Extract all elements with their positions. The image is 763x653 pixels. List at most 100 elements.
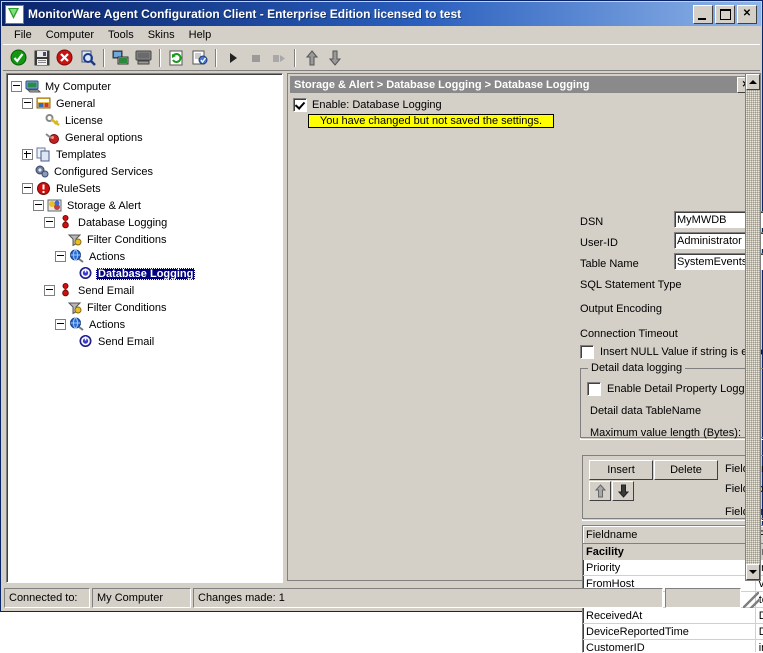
tree-node-label: Configured Services <box>52 166 155 178</box>
tree-node-configured-services[interactable]: Configured Services <box>11 163 282 180</box>
table-cell: Facility <box>583 544 755 560</box>
step-icon[interactable] <box>267 47 290 69</box>
insert-field-button[interactable]: Insert <box>589 460 653 480</box>
table-column-header[interactable]: Fieldname <box>583 526 755 544</box>
search-icon[interactable] <box>76 47 99 69</box>
tree-node-license[interactable]: License <box>11 112 282 129</box>
status-changes-made: Changes made: 1 <box>193 588 663 608</box>
play-icon[interactable] <box>221 47 244 69</box>
save-icon[interactable] <box>30 47 53 69</box>
insert-null-checkbox[interactable] <box>580 345 594 359</box>
enable-database-logging-label: Enable: Database Logging <box>312 99 442 111</box>
close-button[interactable]: ✕ <box>737 5 757 24</box>
userid-label: User-ID <box>580 237 618 249</box>
minimize-button[interactable] <box>693 5 713 24</box>
table-row[interactable]: Priorityintsyslogpriority <box>583 560 763 576</box>
window-controls: ✕ <box>693 5 757 24</box>
tree-node-actions[interactable]: Actions <box>11 316 282 333</box>
tree-node-label: Templates <box>54 149 108 161</box>
table-cell: ReceivedAt <box>583 608 755 624</box>
enable-detail-property-logging-checkbox[interactable] <box>587 382 601 396</box>
stop-icon[interactable] <box>244 47 267 69</box>
table-cell: DateTime UTC <box>755 624 763 640</box>
tree-node-label: Actions <box>87 319 127 331</box>
move-field-down-button[interactable] <box>612 481 634 501</box>
tree-expander-minus-icon[interactable] <box>11 81 22 92</box>
tree-node-storage-alert[interactable]: Storage & Alert <box>11 197 282 214</box>
sql-statement-type-label: SQL Statement Type <box>580 279 682 291</box>
table-row[interactable]: Facilityintsyslogfacility <box>583 544 763 560</box>
tree-expander-minus-icon[interactable] <box>33 200 44 211</box>
panel-vertical-scrollbar[interactable] <box>745 73 761 581</box>
install-service-icon[interactable] <box>188 47 211 69</box>
tree-expander-plus-icon[interactable] <box>22 149 33 160</box>
panel-scrollbar-track[interactable] <box>746 90 760 564</box>
maximize-button[interactable] <box>715 5 735 24</box>
move-field-up-button[interactable] <box>589 481 611 501</box>
tree-node-send-email[interactable]: Send Email <box>11 282 282 299</box>
table-row[interactable]: CustomerIDintCustomerID <box>583 640 763 653</box>
tree-node-templates[interactable]: Templates <box>11 146 282 163</box>
tree-expander-minus-icon[interactable] <box>22 98 33 109</box>
close-icon: ✕ <box>738 6 756 23</box>
insert-null-label: Insert NULL Value if string is empty <box>600 346 763 358</box>
tablename-label: Table Name <box>580 258 639 270</box>
tree-node-rulesets[interactable]: RuleSets <box>11 180 282 197</box>
rule-icon <box>57 283 74 299</box>
status-connected-label: Connected to: <box>4 588 90 608</box>
window-title: MonitorWare Agent Configuration Client -… <box>28 7 693 21</box>
menu-file[interactable]: File <box>7 28 39 42</box>
tree-node-database-logging[interactable]: Database Logging <box>11 265 282 282</box>
enable-database-logging-checkbox[interactable] <box>293 98 307 112</box>
tree-node-actions[interactable]: Actions <box>11 248 282 265</box>
delete-field-button[interactable]: Delete <box>654 460 718 480</box>
menu-skins[interactable]: Skins <box>141 28 182 42</box>
panel-scroll-up-button[interactable] <box>746 74 760 90</box>
insert-null-row: Insert NULL Value if string is empty <box>580 345 763 359</box>
tree-node-label: Actions <box>87 251 127 263</box>
tree-node-label: RuleSets <box>54 183 103 195</box>
enable-detail-property-logging-row: Enable Detail Property Logging <box>587 382 759 396</box>
monitor-icon[interactable] <box>132 47 155 69</box>
panel-scroll-down-button[interactable] <box>746 564 760 580</box>
table-row[interactable]: DeviceReportedTimeDateTime UTCtimereport… <box>583 624 763 640</box>
rule-icon <box>57 215 74 231</box>
table-row[interactable]: ReceivedAtDateTime UTCtimegenerated <box>583 608 763 624</box>
tree-expander-minus-icon[interactable] <box>44 217 55 228</box>
enable-row: Enable: Database Logging <box>293 98 442 112</box>
move-up-icon[interactable] <box>300 47 323 69</box>
tree-expander-minus-icon[interactable] <box>55 319 66 330</box>
arrow-down-icon <box>618 484 629 498</box>
tree-expander-minus-icon[interactable] <box>55 251 66 262</box>
toolbar-separator <box>159 49 161 67</box>
general-icon <box>35 96 52 112</box>
panel-header: Storage & Alert > Database Logging > Dat… <box>290 76 756 93</box>
tree-node-database-logging[interactable]: Database Logging <box>11 214 282 231</box>
menu-tools[interactable]: Tools <box>101 28 141 42</box>
tree-node-filter-conditions[interactable]: Filter Conditions <box>11 231 282 248</box>
options-icon <box>44 130 61 146</box>
table-header-row: FieldnameFieldtypeFieldcontent <box>583 526 763 544</box>
tree-expander-minus-icon[interactable] <box>22 183 33 194</box>
menu-help[interactable]: Help <box>182 28 219 42</box>
tree-node-general-options[interactable]: General options <box>11 129 282 146</box>
tree-node-send-email[interactable]: Send Email <box>11 333 282 350</box>
computers-icon[interactable] <box>109 47 132 69</box>
refresh-icon[interactable] <box>165 47 188 69</box>
tree-expander-minus-icon[interactable] <box>44 285 55 296</box>
tree-node-my-computer[interactable]: My Computer <box>11 78 282 95</box>
connect-icon[interactable] <box>7 47 30 69</box>
tree-node-filter-conditions[interactable]: Filter Conditions <box>11 299 282 316</box>
configuration-tree-panel[interactable]: My ComputerGeneralLicenseGeneral options… <box>6 73 283 583</box>
filter-icon <box>66 232 83 248</box>
toolbar <box>3 44 760 71</box>
tree-node-label: Send Email <box>76 285 136 297</box>
disconnect-icon[interactable] <box>53 47 76 69</box>
resize-grip-icon[interactable] <box>743 592 759 608</box>
dsn-label: DSN <box>580 216 603 228</box>
table-cell: int <box>755 640 763 653</box>
status-spare-cell <box>665 588 741 608</box>
tree-node-general[interactable]: General <box>11 95 282 112</box>
move-down-icon[interactable] <box>323 47 346 69</box>
menu-computer[interactable]: Computer <box>39 28 101 42</box>
